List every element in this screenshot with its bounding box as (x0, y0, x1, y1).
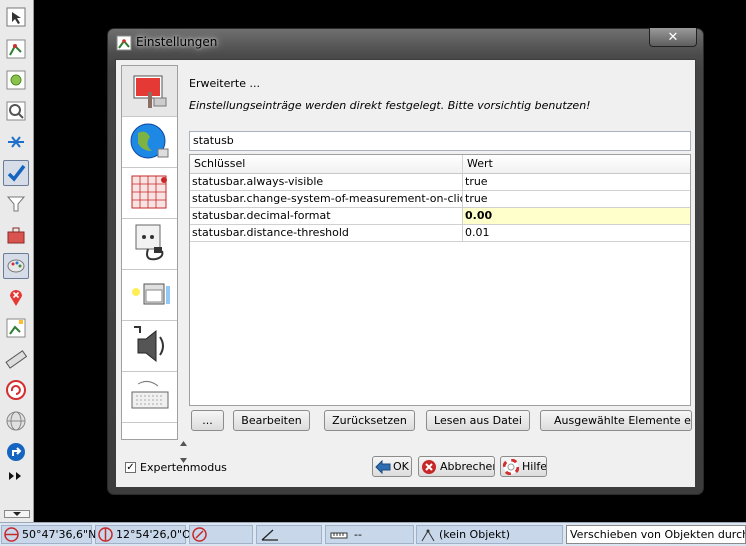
palette-icon[interactable] (3, 253, 29, 279)
pref-value[interactable]: true (463, 191, 690, 207)
close-button[interactable]: ✕ (649, 28, 697, 47)
settings-app-icon (116, 35, 132, 54)
lifebuoy-icon (503, 458, 519, 475)
object-display[interactable]: (kein Objekt) (416, 525, 563, 544)
undo-arrow-icon[interactable] (3, 377, 29, 403)
category-files[interactable] (122, 270, 177, 321)
compass-icon (192, 527, 207, 542)
settings-dialog: Einstellungen ✕ Erweiterte ... Einstellu… (107, 28, 704, 495)
latitude-display[interactable]: 50°47'36,6"N (1, 525, 96, 544)
section-heading: Erweiterte ... (189, 77, 260, 90)
settings-category-list (121, 65, 178, 440)
column-header-value[interactable]: Wert (463, 155, 690, 173)
expert-mode-checkbox[interactable]: ✓ Expertenmodus (125, 461, 227, 474)
dialog-title: Einstellungen (136, 35, 218, 49)
longitude-display[interactable]: 12°54'26,0"O (95, 525, 191, 544)
help-button[interactable]: Hilfe (500, 456, 547, 477)
edit-button[interactable]: Bearbeiten (233, 410, 310, 431)
select-tool-icon[interactable] (3, 4, 29, 30)
latitude-icon (4, 527, 19, 542)
heading-display[interactable] (189, 525, 253, 544)
pref-value[interactable]: true (463, 174, 690, 190)
cancel-x-icon (421, 459, 437, 475)
status-bar: 50°47'36,6"N 12°54'26,0"O -- (kein Objek… (0, 522, 746, 546)
reset-button[interactable]: Zurücksetzen (324, 410, 415, 431)
angle-icon (261, 528, 279, 542)
toolbox-icon[interactable] (3, 222, 29, 248)
table-row[interactable]: statusbar.always-visible true (190, 174, 690, 191)
category-audio[interactable] (122, 321, 177, 372)
table-row[interactable]: statusbar.change-system-of-measurement-o… (190, 191, 690, 208)
map-pin-icon[interactable] (3, 284, 29, 310)
globe-icon (128, 119, 172, 166)
preferences-table: Schlüssel Wert statusbar.always-visible … (189, 154, 691, 406)
column-header-key[interactable]: Schlüssel (190, 155, 463, 173)
category-shortcuts[interactable] (122, 372, 177, 423)
warning-text: Einstellungseinträge werden direkt festg… (189, 99, 591, 112)
toolbar-scroll-down[interactable] (4, 510, 30, 518)
paint-brush-icon (128, 68, 172, 115)
export-selected-button[interactable]: Ausgewählte Elemente expo (540, 410, 692, 431)
ok-button[interactable]: OK (372, 456, 412, 477)
pref-key: statusbar.always-visible (190, 174, 463, 190)
checkbox-mark[interactable]: ✓ (125, 462, 136, 473)
edit-note-icon[interactable] (3, 315, 29, 341)
dialog-content: Erweiterte ... Einstellungseinträge werd… (115, 59, 696, 488)
speaker-icon (128, 323, 172, 370)
help-text-display: Verschieben von Objekten durch Zieh (566, 525, 746, 544)
table-row[interactable]: statusbar.distance-threshold 0.01 (190, 225, 690, 242)
angle-display[interactable] (256, 525, 322, 544)
cancel-button[interactable]: Abbrechen (418, 456, 495, 477)
table-row[interactable]: statusbar.decimal-format 0.00 (190, 208, 690, 225)
more-arrows-icon[interactable] (3, 466, 29, 486)
pref-key: statusbar.distance-threshold (190, 225, 463, 241)
help-label: Hilfe (522, 460, 547, 473)
pref-key: statusbar.change-system-of-measurement-o… (192, 191, 463, 207)
keyboard-icon (128, 374, 172, 421)
folder-icon (128, 272, 172, 319)
latitude-value: 50°47'36,6"N (22, 528, 97, 541)
ok-label: OK (393, 460, 409, 473)
zoom-icon[interactable] (3, 98, 29, 124)
category-display-settings[interactable] (122, 66, 177, 117)
cancel-label: Abbrechen (440, 460, 495, 473)
table-header: Schlüssel Wert (190, 155, 690, 174)
pref-value[interactable]: 0.01 (463, 225, 690, 241)
load-from-file-button[interactable]: Lesen aus Datei (426, 410, 530, 431)
distance-value: -- (354, 528, 362, 541)
filter-funnel-icon[interactable] (3, 191, 29, 217)
category-projection[interactable] (122, 168, 177, 219)
longitude-value: 12°54'26,0"O (116, 528, 191, 541)
more-button[interactable]: ... (191, 410, 224, 431)
improve-way-icon[interactable] (3, 67, 29, 93)
pref-value[interactable]: 0.00 (463, 208, 690, 224)
search-input[interactable]: statusb (189, 131, 691, 151)
category-connection[interactable] (122, 117, 177, 168)
draw-nodes-icon[interactable] (3, 36, 29, 62)
ruler-icon (330, 530, 348, 540)
ok-arrow-icon (375, 459, 391, 474)
globe-icon[interactable] (3, 408, 29, 434)
checkmark-icon[interactable] (3, 160, 29, 186)
pref-key: statusbar.decimal-format (190, 208, 463, 224)
expert-mode-label: Expertenmodus (140, 461, 227, 474)
redo-arrow-icon[interactable] (3, 439, 29, 465)
object-icon (420, 527, 436, 543)
object-value: (kein Objekt) (439, 528, 511, 541)
longitude-icon (98, 527, 113, 542)
ruler-icon[interactable] (3, 346, 29, 372)
power-plug-icon (128, 221, 172, 268)
main-toolbar (0, 0, 34, 522)
merge-icon[interactable] (3, 129, 29, 155)
grid-map-icon (128, 170, 172, 217)
distance-display[interactable]: -- (325, 525, 414, 544)
category-plugins[interactable] (122, 219, 177, 270)
